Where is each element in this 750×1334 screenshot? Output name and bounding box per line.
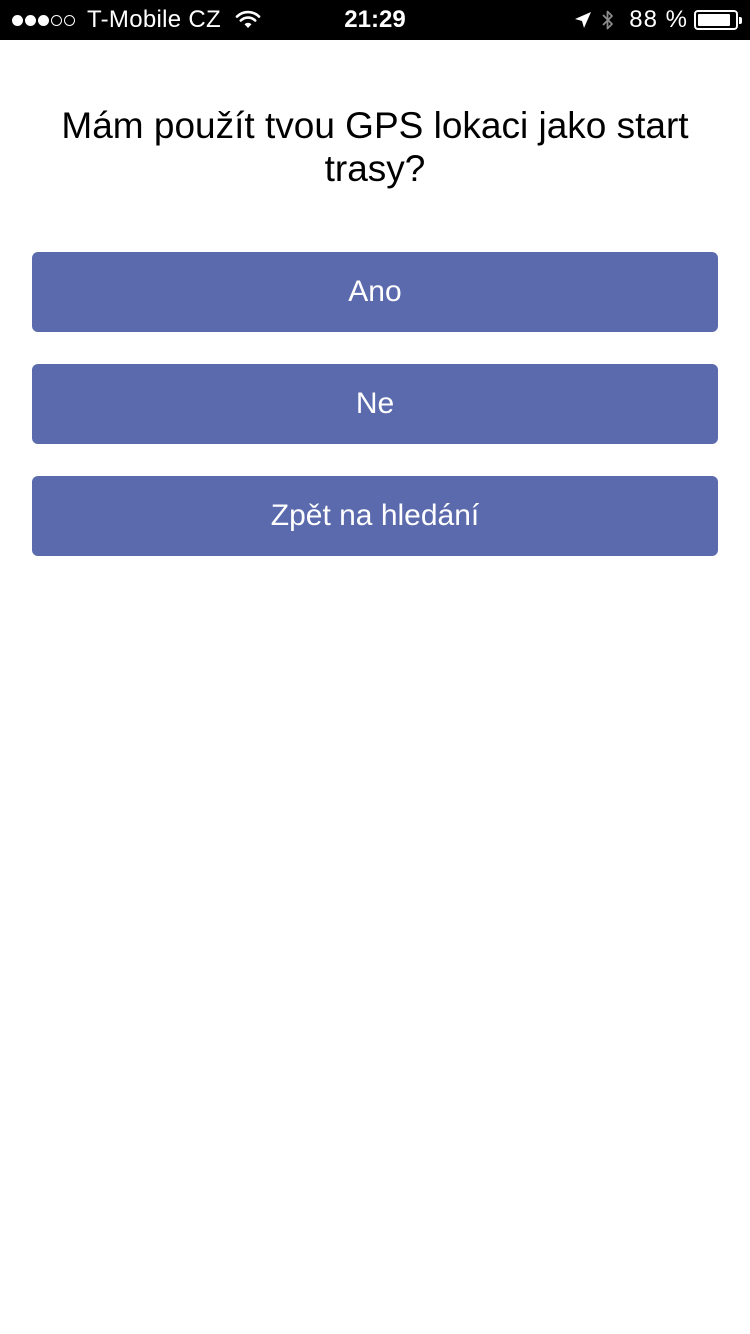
signal-dot: [64, 14, 75, 26]
status-bar: T-Mobile CZ 21:29 88 %: [0, 0, 750, 40]
status-right: 88 %: [573, 0, 742, 40]
wifi-icon: [235, 10, 261, 28]
signal-dot: [38, 14, 49, 26]
battery-icon: [694, 10, 742, 30]
status-left: T-Mobile CZ: [12, 0, 261, 40]
battery-fill: [698, 14, 730, 26]
signal-dot: [51, 14, 62, 26]
yes-button[interactable]: Ano: [32, 252, 718, 332]
location-arrow-icon: [575, 12, 592, 28]
battery-nub: [739, 17, 742, 24]
back-to-search-button[interactable]: Zpět na hledání: [32, 476, 718, 556]
signal-dot: [12, 14, 23, 26]
carrier-name: T-Mobile CZ: [87, 6, 221, 33]
bluetooth-icon: [602, 10, 614, 30]
signal-dot: [25, 14, 36, 26]
gps-start-question: Mám použít tvou GPS lokaci jako start tr…: [61, 105, 689, 189]
battery-percentage: 88 %: [629, 6, 688, 33]
cellular-signal-indicator: [12, 14, 77, 26]
no-button[interactable]: Ne: [32, 364, 718, 444]
